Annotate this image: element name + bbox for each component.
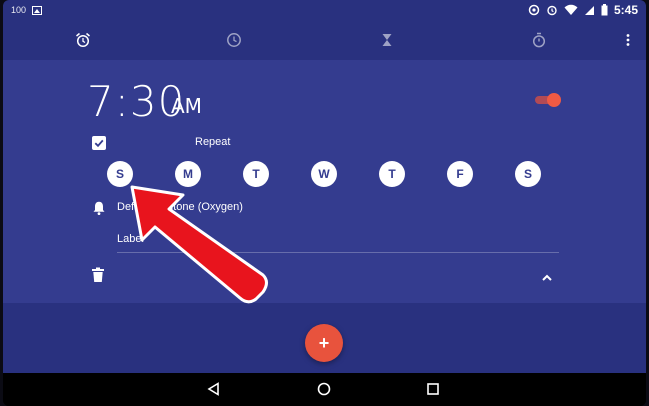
overflow-menu-button[interactable] [618, 30, 638, 50]
bell-icon [93, 201, 105, 215]
alarm-ampm[interactable]: AM [171, 94, 202, 118]
tab-stopwatch[interactable] [529, 30, 549, 50]
status-bar: 100 5:45 [3, 0, 646, 20]
day-button-monday[interactable]: M [175, 161, 201, 187]
navigation-bar [3, 373, 646, 406]
alarm-card: 7:30 AM Repeat S M T W T F S Default rin… [3, 60, 646, 303]
sync-icon [528, 4, 540, 16]
tab-alarm[interactable] [73, 30, 93, 50]
divider [117, 252, 559, 253]
add-alarm-button[interactable]: + [305, 324, 343, 362]
more-vert-icon [626, 34, 630, 46]
day-button-thursday[interactable]: T [379, 161, 405, 187]
clock-icon [227, 33, 241, 47]
alarm-label-field[interactable]: Label [117, 233, 144, 245]
image-notification-icon [32, 5, 43, 15]
home-icon[interactable] [316, 381, 332, 397]
chevron-up-icon[interactable] [540, 271, 554, 285]
check-icon [94, 139, 104, 148]
recents-icon[interactable] [425, 381, 441, 397]
tab-clock[interactable] [224, 30, 244, 50]
alarm-enable-toggle[interactable] [535, 93, 561, 107]
day-button-tuesday[interactable]: T [243, 161, 269, 187]
day-button-wednesday[interactable]: W [311, 161, 337, 187]
battery-icon [601, 4, 608, 16]
battery-notification-text: 100 [11, 5, 27, 15]
device-screen: 100 5:45 7:30 AM Repeat S M T W T F S De… [3, 0, 646, 406]
repeat-checkbox[interactable] [92, 136, 106, 150]
tab-timer[interactable] [377, 30, 397, 50]
day-button-sunday[interactable]: S [107, 161, 133, 187]
status-time: 5:45 [613, 3, 638, 17]
hourglass-icon [382, 34, 392, 46]
weekday-selector: S M T W T F S [107, 161, 547, 187]
ringtone-selector[interactable]: Default ringtone (Oxygen) [117, 201, 243, 213]
repeat-label: Repeat [195, 136, 231, 148]
bottom-bar: + [3, 303, 646, 373]
stopwatch-icon [532, 32, 546, 48]
back-icon[interactable] [206, 381, 222, 397]
wifi-icon [564, 4, 578, 15]
trash-icon[interactable] [91, 267, 105, 283]
alarm-clock-icon [76, 32, 90, 48]
tab-bar [3, 20, 646, 60]
signal-icon [584, 5, 594, 15]
day-button-saturday[interactable]: S [515, 161, 541, 187]
day-button-friday[interactable]: F [447, 161, 473, 187]
alarm-status-icon [547, 5, 557, 16]
